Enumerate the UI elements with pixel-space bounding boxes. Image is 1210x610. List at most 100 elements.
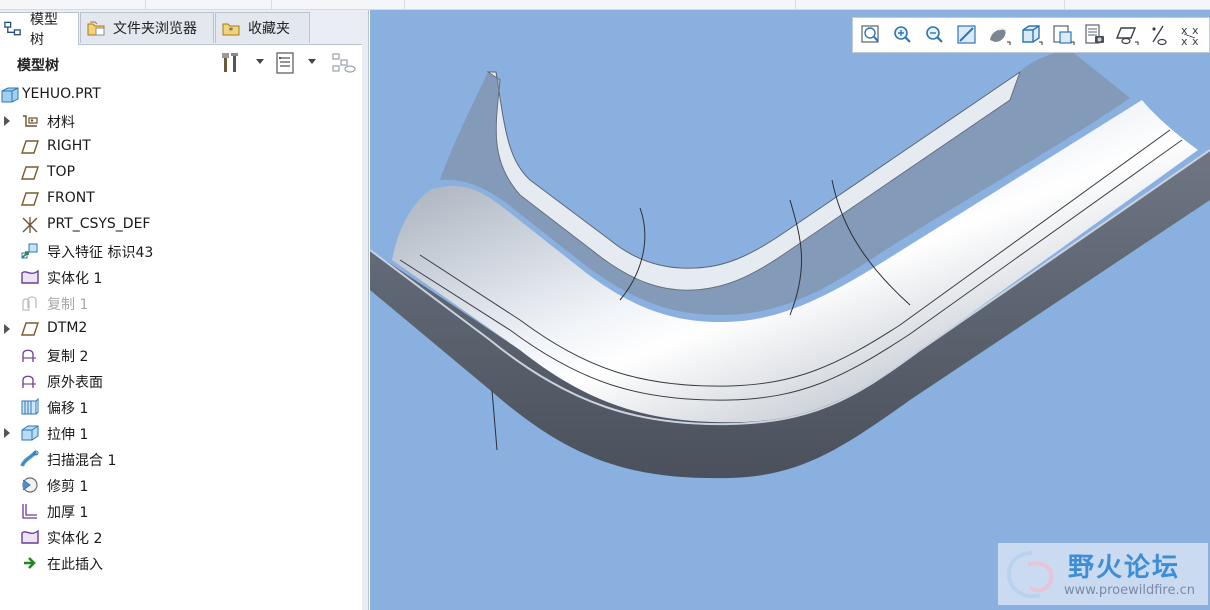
watermark-logo-icon: [1007, 551, 1054, 599]
tree-item-thicken-1[interactable]: 加厚 1: [0, 498, 362, 524]
tree-item-dtm2[interactable]: DTM2: [0, 316, 362, 342]
datum-plane-icon: [21, 192, 39, 206]
svg-text:x: x: [1181, 35, 1188, 48]
tree-item-material[interactable]: 材料: [0, 108, 362, 134]
repaint-icon[interactable]: [953, 22, 981, 48]
tree-root-part[interactable]: YEHUO.PRT: [0, 82, 362, 108]
tab-label: 模型树: [29, 12, 58, 48]
panel-title: 模型树: [17, 58, 59, 74]
swept-blend-icon: [20, 450, 39, 467]
tree-item-original-surface[interactable]: 原外表面: [0, 368, 362, 394]
tree-item-label: FRONT: [47, 190, 95, 206]
trim-icon: [22, 477, 38, 493]
surface-icon: [22, 375, 36, 388]
tree-item-label: 复制 1: [47, 297, 89, 313]
tab-favorites[interactable]: * 收藏夹: [215, 12, 310, 43]
extrude-icon: [21, 425, 39, 441]
top-strip-segment: [796, 0, 1065, 9]
datum-display-icon[interactable]: [1113, 22, 1141, 48]
navigator-tabs: 模型树 文件夹浏览器 * 收藏夹: [0, 10, 368, 48]
solidify-icon: [21, 529, 39, 544]
top-strip-segment: [405, 0, 796, 9]
tree-item-label: PRT_CSYS_DEF: [47, 216, 151, 232]
tree-item-label: RIGHT: [47, 138, 91, 154]
tree-item-top-plane[interactable]: TOP: [0, 160, 362, 186]
graphics-viewport[interactable]: [370, 10, 1210, 610]
tree-item-label: 材料: [47, 115, 75, 131]
annotation-display-icon[interactable]: x x x x: [1177, 22, 1205, 48]
perspective-icon[interactable]: [1081, 22, 1109, 48]
watermark-url: www.proewildfire.cn: [1064, 583, 1195, 598]
tab-folder-browser[interactable]: 文件夹浏览器: [80, 12, 214, 43]
tree-item-label: 修剪 1: [47, 479, 89, 495]
tree-settings-icon[interactable]: [274, 51, 298, 75]
zoom-in-icon[interactable]: [889, 22, 917, 48]
tree-item-label: 原外表面: [47, 375, 103, 391]
navigator-scrollbar[interactable]: [362, 10, 368, 610]
settings-dropdown-caret[interactable]: [308, 59, 316, 64]
tree-item-csys[interactable]: PRT_CSYS_DEF: [0, 212, 362, 238]
tree-item-solidify-2[interactable]: 实体化 2: [0, 524, 362, 550]
refit-icon[interactable]: [857, 22, 885, 48]
tree-item-label: 导入特征 标识43: [47, 245, 154, 261]
tree-item-label: 在此插入: [47, 557, 103, 573]
tree-item-label: 扫描混合 1: [47, 453, 117, 469]
view-manager-icon[interactable]: [1049, 22, 1077, 48]
tree-item-copy-2[interactable]: 复制 2: [0, 342, 362, 368]
thicken-icon: [22, 504, 37, 519]
folder-browser-icon: [87, 21, 105, 36]
spin-center-icon[interactable]: [1145, 22, 1173, 48]
part-icon: [1, 87, 19, 103]
tree-item-copy-1[interactable]: 复制 1: [0, 290, 362, 316]
tools-dropdown-caret[interactable]: [256, 59, 264, 64]
datum-plane-icon: [21, 140, 39, 154]
tree-item-right-plane[interactable]: RIGHT: [0, 134, 362, 160]
tree-item-label: 实体化 1: [47, 271, 103, 287]
tree-filter-icon[interactable]: [330, 51, 358, 75]
tree-item-insert-here[interactable]: 在此插入: [0, 550, 362, 576]
top-strip-segment: [272, 0, 405, 9]
tree-item-swept-blend-1[interactable]: 扫描混合 1: [0, 446, 362, 472]
coordinate-system-icon: [22, 217, 38, 233]
tree-item-label: 拉伸 1: [47, 427, 89, 443]
watermark-title: 野火论坛: [1068, 553, 1181, 583]
top-toolbar-strip: [0, 0, 1210, 10]
offset-icon: [21, 398, 39, 415]
expand-arrow-icon[interactable]: [4, 324, 10, 334]
view-toolbar: x x x x: [852, 17, 1210, 53]
tab-label: 文件夹浏览器: [113, 21, 197, 37]
datum-plane-icon: [21, 166, 39, 180]
tree-item-offset-1[interactable]: 偏移 1: [0, 394, 362, 420]
expand-arrow-icon[interactable]: [4, 116, 10, 126]
tab-model-tree[interactable]: 模型树: [0, 12, 79, 48]
solidify-icon: [21, 269, 39, 284]
model-tree-header: 模型树: [0, 45, 368, 81]
tree-item-label: TOP: [47, 164, 76, 180]
tree-item-label: YEHUO.PRT: [22, 86, 101, 102]
display-style-icon[interactable]: [985, 22, 1013, 48]
svg-text:*: *: [229, 27, 234, 37]
tree-item-label: DTM2: [47, 320, 88, 336]
tree-item-label: 加厚 1: [47, 505, 89, 521]
tree-item-trim-1[interactable]: 修剪 1: [0, 472, 362, 498]
expand-arrow-icon[interactable]: [4, 428, 10, 438]
favorites-icon: *: [222, 23, 240, 37]
3d-model-view: [370, 50, 1210, 479]
tree-item-solidify-1[interactable]: 实体化 1: [0, 264, 362, 290]
material-icon: [23, 115, 38, 127]
import-feature-icon: [21, 243, 38, 259]
copy-icon: [22, 349, 36, 362]
tree-item-import-feature[interactable]: 导入特征 标识43: [0, 238, 362, 264]
zoom-out-icon[interactable]: [921, 22, 949, 48]
top-strip-segment: [146, 0, 272, 9]
saved-views-icon[interactable]: [1017, 22, 1045, 48]
tree-item-label: 复制 2: [47, 349, 89, 365]
tree-item-front-plane[interactable]: FRONT: [0, 186, 362, 212]
watermark: 野火论坛 www.proewildfire.cn: [998, 543, 1208, 605]
tree-item-extrude-1[interactable]: 拉伸 1: [0, 420, 362, 446]
tools-icon[interactable]: [220, 51, 246, 75]
copy-icon: [22, 296, 37, 311]
datum-plane-icon: [21, 322, 39, 336]
tree-item-label: 偏移 1: [47, 401, 89, 417]
model-tree-icon: [4, 21, 21, 36]
